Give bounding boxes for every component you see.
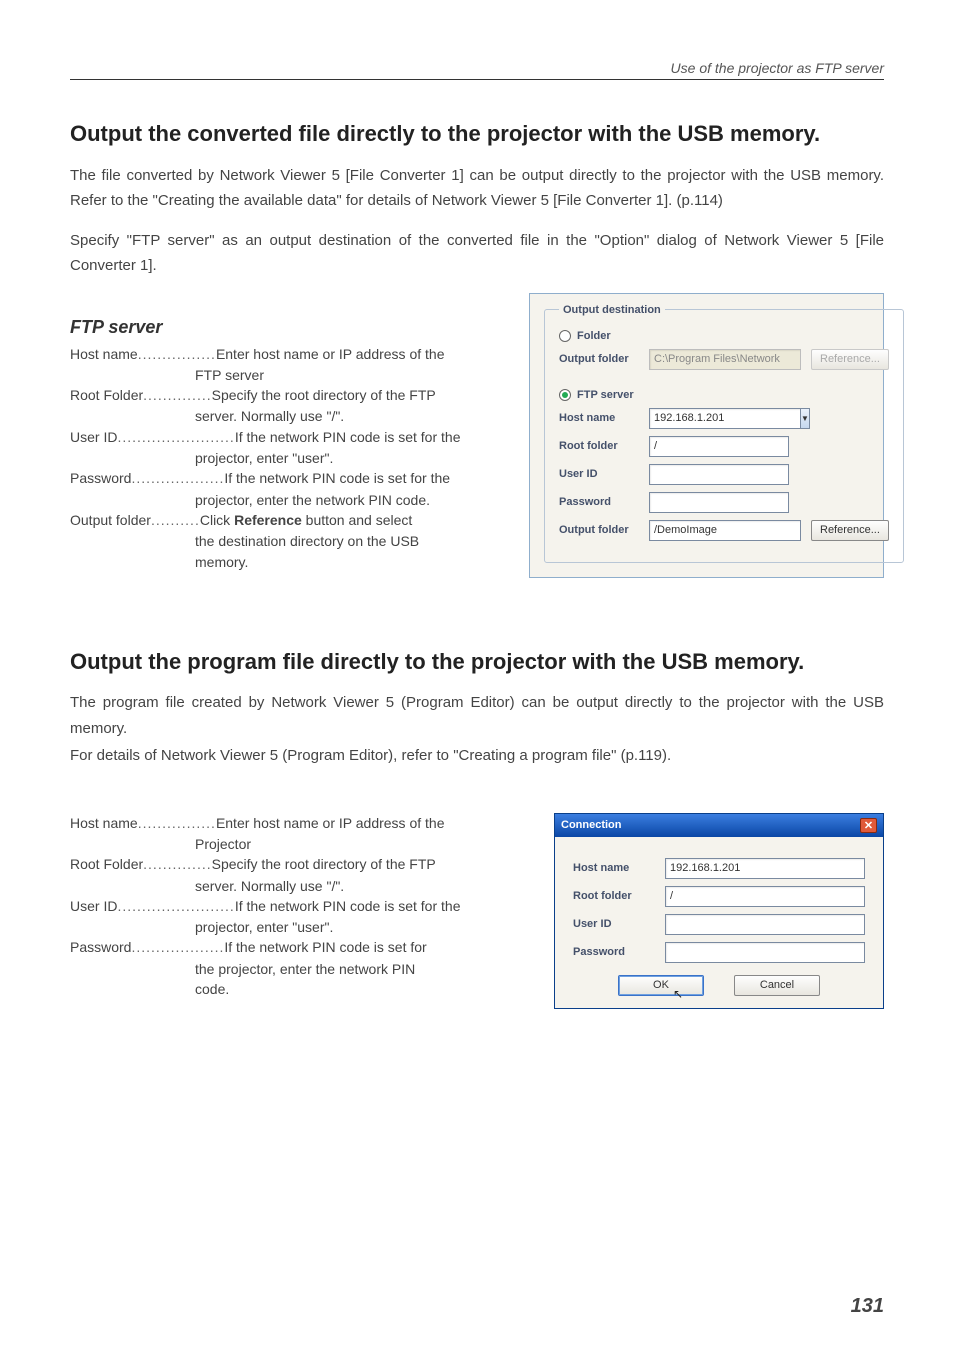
host-name-label: Host name bbox=[573, 862, 655, 874]
def-cont: FTP server bbox=[70, 365, 501, 385]
host-name-input[interactable] bbox=[649, 408, 800, 429]
dialog2-title: Connection bbox=[561, 819, 622, 831]
def-term: Password bbox=[70, 468, 131, 488]
def-dots: ................... bbox=[131, 937, 224, 957]
password-label: Password bbox=[559, 496, 639, 508]
output-folder-input[interactable] bbox=[649, 349, 801, 370]
def-term: Output folder bbox=[70, 510, 151, 530]
userid-label: User ID bbox=[559, 468, 639, 480]
reference-button-disabled[interactable]: Reference... bbox=[811, 349, 889, 370]
cancel-button[interactable]: Cancel bbox=[734, 975, 820, 996]
def-cont: the destination directory on the USB bbox=[70, 531, 501, 551]
password-input[interactable] bbox=[649, 492, 789, 513]
def-desc: Click Reference button and select bbox=[200, 510, 501, 530]
def-term: Password bbox=[70, 937, 131, 957]
userid-input[interactable] bbox=[665, 914, 865, 935]
ftpserver-defs: Host name ................ Enter host na… bbox=[70, 344, 501, 572]
def-term: Root Folder bbox=[70, 385, 143, 405]
def-dots: .............. bbox=[143, 854, 211, 874]
def-pre: Click bbox=[200, 512, 234, 528]
def-cont: server. Normally use "/". bbox=[70, 876, 526, 896]
def-desc: Specify the root directory of the FTP bbox=[212, 385, 501, 405]
dialog2-titlebar[interactable]: Connection ✕ bbox=[555, 814, 883, 837]
folder-radio-label: Folder bbox=[577, 330, 611, 342]
def-bold: Reference bbox=[234, 512, 302, 528]
reference-button[interactable]: Reference... bbox=[811, 520, 889, 541]
def-desc: If the network PIN code is set for bbox=[224, 937, 526, 957]
root-folder-label: Root folder bbox=[573, 890, 655, 902]
def-cont: memory. bbox=[70, 552, 501, 572]
section2-para2: For details of Network Viewer 5 (Program… bbox=[70, 743, 884, 769]
def-term: Root Folder bbox=[70, 854, 143, 874]
output-folder-label: Output folder bbox=[559, 353, 639, 365]
def-dots: ........................ bbox=[117, 896, 234, 916]
def-cont: server. Normally use "/". bbox=[70, 406, 501, 426]
def-desc: If the network PIN code is set for the bbox=[235, 427, 501, 447]
ok-button[interactable]: OK ↖ bbox=[618, 975, 704, 996]
def-cont: projector, enter "user". bbox=[70, 917, 526, 937]
def-desc: Enter host name or IP address of the bbox=[216, 344, 501, 364]
section2-title: Output the program file directly to the … bbox=[70, 648, 884, 677]
dialog1-legend: Output destination bbox=[559, 304, 665, 316]
def-dots: ........................ bbox=[117, 427, 234, 447]
host-name-dropdown[interactable]: ▼ bbox=[800, 408, 810, 429]
running-header: Use of the projector as FTP server bbox=[70, 60, 884, 80]
def-cont: projector, enter "user". bbox=[70, 448, 501, 468]
def-post: button and select bbox=[302, 512, 413, 528]
host-name-label: Host name bbox=[559, 412, 639, 424]
def-term: Host name bbox=[70, 813, 138, 833]
def-dots: ................ bbox=[138, 813, 216, 833]
def-cont: code. bbox=[70, 979, 526, 999]
def-desc: Specify the root directory of the FTP bbox=[212, 854, 526, 874]
root-folder-label: Root folder bbox=[559, 440, 639, 452]
section2-para1: The program file created by Network View… bbox=[70, 690, 884, 741]
userid-label: User ID bbox=[573, 918, 655, 930]
ftp-server-radio-label: FTP server bbox=[577, 389, 634, 401]
def-dots: .............. bbox=[143, 385, 211, 405]
def-dots: .......... bbox=[151, 510, 200, 530]
def-desc: Enter host name or IP address of the bbox=[216, 813, 526, 833]
def-desc: If the network PIN code is set for the bbox=[235, 896, 526, 916]
ftpserver-heading: FTP server bbox=[70, 317, 501, 338]
def-term: User ID bbox=[70, 896, 117, 916]
section1-para2: Specify "FTP server" as an output destin… bbox=[70, 228, 884, 279]
connection-dialog: Connection ✕ Host name Root folder User … bbox=[554, 813, 884, 1009]
cursor-icon: ↖ bbox=[673, 987, 683, 1001]
host-name-input[interactable] bbox=[665, 858, 865, 879]
output-folder2-label: Output folder bbox=[559, 524, 639, 536]
output-destination-dialog: Output destination Folder Output folder … bbox=[529, 293, 884, 578]
def-dots: ................ bbox=[138, 344, 216, 364]
folder-radio[interactable] bbox=[559, 330, 571, 342]
userid-input[interactable] bbox=[649, 464, 789, 485]
ok-label: OK bbox=[653, 979, 669, 991]
def-term: User ID bbox=[70, 427, 117, 447]
root-folder-input[interactable] bbox=[665, 886, 865, 907]
section1-para1: The file converted by Network Viewer 5 [… bbox=[70, 163, 884, 214]
def-cont: the projector, enter the network PIN bbox=[70, 959, 526, 979]
def-desc: If the network PIN code is set for the bbox=[224, 468, 501, 488]
def-term: Host name bbox=[70, 344, 138, 364]
ftp-server-radio[interactable] bbox=[559, 389, 571, 401]
section1-title: Output the converted file directly to th… bbox=[70, 120, 884, 149]
password-input[interactable] bbox=[665, 942, 865, 963]
defs2: Host name ................ Enter host na… bbox=[70, 813, 526, 1000]
def-cont: projector, enter the network PIN code. bbox=[70, 490, 501, 510]
root-folder-input[interactable] bbox=[649, 436, 789, 457]
password-label: Password bbox=[573, 946, 655, 958]
def-cont: Projector bbox=[70, 834, 526, 854]
page-number: 131 bbox=[851, 1295, 884, 1318]
def-dots: ................... bbox=[131, 468, 224, 488]
output-folder2-input[interactable] bbox=[649, 520, 801, 541]
close-icon[interactable]: ✕ bbox=[860, 818, 877, 833]
